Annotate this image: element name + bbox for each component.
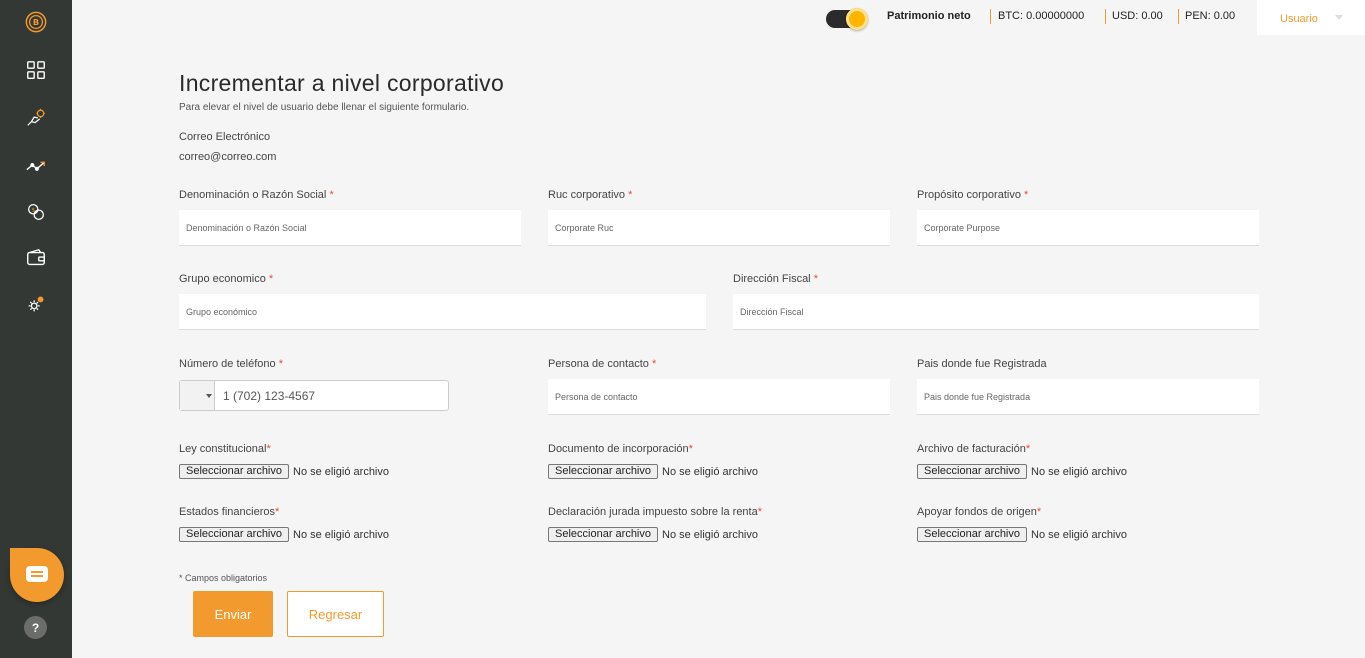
fondos-label: Apoyar fondos de origen* bbox=[917, 506, 1042, 518]
chat-button[interactable] bbox=[10, 548, 64, 602]
razon-social-label: Denominación o Razón Social * bbox=[179, 189, 334, 201]
facturacion-label: Archivo de facturación* bbox=[917, 443, 1031, 455]
documento-label: Documento de incorporación* bbox=[548, 443, 693, 455]
razon-social-input[interactable] bbox=[179, 210, 521, 246]
caret-down-icon bbox=[206, 394, 212, 398]
fondos-file-button[interactable]: Seleccionar archivo bbox=[917, 527, 1027, 542]
help-button[interactable]: ? bbox=[24, 616, 47, 639]
patrimonio-label: Patrimonio neto bbox=[887, 10, 971, 22]
pais-input[interactable] bbox=[917, 379, 1259, 415]
contacto-input[interactable] bbox=[548, 379, 890, 415]
submit-button[interactable]: Enviar bbox=[193, 591, 273, 637]
declaracion-file-button[interactable]: Seleccionar archivo bbox=[548, 527, 658, 542]
declaracion-file-input: Seleccionar archivo No se eligió archivo bbox=[548, 527, 758, 542]
trend-chart-icon[interactable] bbox=[24, 154, 48, 178]
direccion-label: Dirección Fiscal * bbox=[733, 273, 818, 285]
pais-label: Pais donde fue Registrada bbox=[917, 358, 1047, 370]
page-title: Incrementar a nivel corporativo bbox=[179, 70, 505, 96]
required-note: * Campos obligatorios bbox=[179, 573, 268, 583]
grupo-input[interactable] bbox=[179, 294, 706, 330]
documento-file-button[interactable]: Seleccionar archivo bbox=[548, 464, 658, 479]
facturacion-file-button[interactable]: Seleccionar archivo bbox=[917, 464, 1027, 479]
documento-file-input: Seleccionar archivo No se eligió archivo bbox=[548, 464, 758, 479]
country-code-select[interactable] bbox=[180, 381, 215, 410]
header-separator bbox=[990, 9, 991, 24]
usd-balance: USD: 0.00 bbox=[1112, 10, 1163, 22]
fondos-file-input: Seleccionar archivo No se eligió archivo bbox=[917, 527, 1127, 542]
ruc-input[interactable] bbox=[548, 210, 890, 246]
sun-icon bbox=[846, 8, 868, 30]
theme-toggle[interactable] bbox=[826, 8, 868, 30]
declaracion-label: Declaración jurada impuesto sobre la ren… bbox=[548, 506, 763, 518]
file-status: No se eligió archivo bbox=[1031, 528, 1127, 541]
wallet-icon[interactable] bbox=[24, 246, 48, 270]
settings-gear-icon[interactable] bbox=[24, 292, 48, 316]
hand-coin-icon[interactable] bbox=[24, 106, 48, 130]
direccion-input[interactable] bbox=[733, 294, 1259, 330]
phone-input[interactable] bbox=[216, 381, 446, 410]
bitcoin-logo-icon[interactable]: B bbox=[24, 10, 48, 34]
file-status: No se eligió archivo bbox=[293, 465, 389, 478]
svg-text:B: B bbox=[33, 17, 39, 27]
svg-text:$: $ bbox=[32, 208, 36, 214]
chevron-down-icon bbox=[1335, 15, 1343, 20]
btc-balance: BTC: 0.00000000 bbox=[998, 10, 1085, 22]
contacto-label: Persona de contacto * bbox=[548, 358, 657, 370]
file-status: No se eligió archivo bbox=[293, 528, 389, 541]
file-status: No se eligió archivo bbox=[1031, 465, 1127, 478]
ley-label: Ley constitucional* bbox=[179, 443, 271, 455]
header-separator bbox=[1105, 9, 1106, 24]
ruc-label: Ruc corporativo * bbox=[548, 189, 633, 201]
phone-field bbox=[179, 380, 449, 411]
pen-balance: PEN: 0.00 bbox=[1185, 10, 1236, 22]
file-status: No se eligió archivo bbox=[662, 465, 758, 478]
dashboard-grid-icon[interactable] bbox=[24, 58, 48, 82]
facturacion-file-input: Seleccionar archivo No se eligió archivo bbox=[917, 464, 1127, 479]
chat-icon bbox=[26, 566, 48, 582]
estados-file-input: Seleccionar archivo No se eligió archivo bbox=[179, 527, 389, 542]
proposito-label: Propósito corporativo * bbox=[917, 189, 1029, 201]
user-dropdown[interactable]: Usuario bbox=[1257, 0, 1365, 35]
telefono-label: Número de teléfono * bbox=[179, 358, 283, 370]
page-subtitle: Para elevar el nivel de usuario debe lle… bbox=[179, 102, 470, 113]
email-value: correo@correo.com bbox=[179, 151, 277, 163]
proposito-input[interactable] bbox=[917, 210, 1259, 246]
estados-file-button[interactable]: Seleccionar archivo bbox=[179, 527, 289, 542]
ley-file-input: Seleccionar archivo No se eligió archivo bbox=[179, 464, 389, 479]
email-label: Correo Electrónico bbox=[179, 131, 271, 143]
user-label: Usuario bbox=[1280, 13, 1318, 25]
file-status: No se eligió archivo bbox=[662, 528, 758, 541]
sidebar: B $ ? bbox=[0, 0, 72, 658]
ley-file-button[interactable]: Seleccionar archivo bbox=[179, 464, 289, 479]
header-separator bbox=[1178, 9, 1179, 24]
estados-label: Estados financieros* bbox=[179, 506, 280, 518]
exchange-coin-icon[interactable]: $ bbox=[24, 200, 48, 224]
back-button[interactable]: Regresar bbox=[287, 591, 384, 637]
grupo-label: Grupo economico * bbox=[179, 273, 274, 285]
